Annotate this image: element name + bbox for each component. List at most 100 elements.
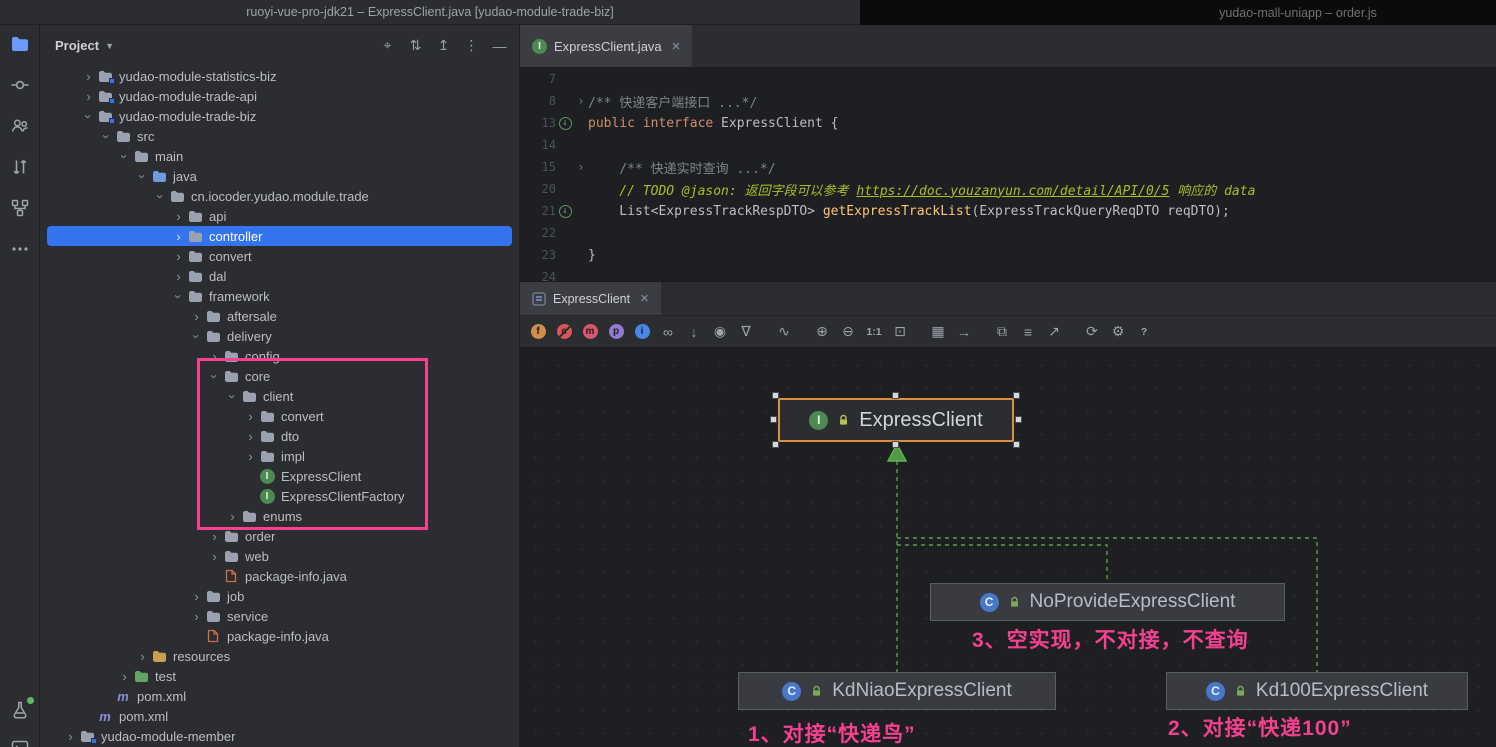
chevron-down-icon[interactable]: ›: [117, 148, 132, 165]
chevron-down-icon[interactable]: ›: [99, 128, 114, 145]
tree-item-controller[interactable]: ›controller: [47, 226, 512, 246]
show-properties-toggle[interactable]: p: [606, 322, 626, 342]
tree-item-main[interactable]: ›main: [40, 146, 519, 166]
tree-item-resources[interactable]: ›resources: [40, 646, 519, 666]
tree-item-job[interactable]: ›job: [40, 586, 519, 606]
chevron-right-icon[interactable]: ›: [170, 209, 187, 224]
chevron-down-icon[interactable]: ›: [207, 368, 222, 385]
tree-item-enums[interactable]: ›enums: [40, 506, 519, 526]
locate-file-icon[interactable]: ⌖: [380, 37, 395, 54]
refresh-icon[interactable]: ⟳: [1082, 322, 1102, 342]
show-fields-toggle[interactable]: f: [528, 322, 548, 342]
tree-item-web[interactable]: ›web: [40, 546, 519, 566]
help-icon[interactable]: ?: [1134, 322, 1154, 342]
tree-item-pom-xml[interactable]: mpom.xml: [40, 706, 519, 726]
tab-expressclient-diagram[interactable]: ExpressClient ×: [520, 282, 661, 315]
chevron-right-icon[interactable]: ›: [116, 669, 133, 684]
chevron-right-icon[interactable]: ›: [80, 69, 97, 84]
uml-node-kd100expressclient[interactable]: C Kd100ExpressClient: [1166, 672, 1468, 710]
resize-handle[interactable]: [892, 441, 899, 448]
fit-content-icon[interactable]: ⊡: [890, 322, 910, 342]
tree-item-yudao-module-member[interactable]: ›yudao-module-member: [40, 726, 519, 746]
tree-item-pom-xml[interactable]: mpom.xml: [40, 686, 519, 706]
chevron-down-icon[interactable]: ›: [171, 288, 186, 305]
chevron-right-icon[interactable]: ›: [242, 409, 259, 424]
chevron-right-icon[interactable]: ›: [206, 529, 223, 544]
fold-marker-icon[interactable]: ›: [574, 160, 588, 174]
tree-item-yudao-module-statistics-biz[interactable]: ›yudao-module-statistics-biz: [40, 66, 519, 86]
tree-item-yudao-module-trade-api[interactable]: ›yudao-module-trade-api: [40, 86, 519, 106]
show-inner-classes-toggle[interactable]: i: [632, 322, 652, 342]
chevron-right-icon[interactable]: ›: [188, 589, 205, 604]
uml-node-expressclient[interactable]: I ExpressClient: [778, 398, 1014, 442]
tree-item-package-info-java[interactable]: package-info.java: [40, 566, 519, 586]
tree-item-test[interactable]: ›test: [40, 666, 519, 686]
services-icon[interactable]: [9, 699, 31, 721]
show-dependencies-icon[interactable]: ∞: [658, 322, 678, 342]
chevron-right-icon[interactable]: ›: [188, 609, 205, 624]
expand-all-icon[interactable]: ⇅: [408, 37, 423, 54]
resize-handle[interactable]: [1015, 416, 1022, 423]
more-options-icon[interactable]: ⋮: [464, 37, 479, 54]
tree-item-order[interactable]: ›order: [40, 526, 519, 546]
resize-handle[interactable]: [772, 441, 779, 448]
chevron-right-icon[interactable]: ›: [188, 309, 205, 324]
tree-item-convert[interactable]: ›convert: [40, 246, 519, 266]
chevron-down-icon[interactable]: ›: [135, 168, 150, 185]
chevron-down-icon[interactable]: ›: [189, 328, 204, 345]
sort-icon[interactable]: ↓: [684, 322, 704, 342]
chevron-right-icon[interactable]: ›: [242, 449, 259, 464]
terminal-icon[interactable]: [9, 737, 31, 747]
chevron-right-icon[interactable]: ›: [170, 249, 187, 264]
tree-item-framework[interactable]: ›framework: [40, 286, 519, 306]
chevron-right-icon[interactable]: ›: [62, 729, 79, 744]
project-icon[interactable]: [9, 33, 31, 55]
resize-handle[interactable]: [892, 392, 899, 399]
copy-diagram-icon[interactable]: ⧉: [992, 322, 1012, 342]
hide-panel-icon[interactable]: —: [492, 38, 507, 54]
tree-item-convert[interactable]: ›convert: [40, 406, 519, 426]
tree-item-impl[interactable]: ›impl: [40, 446, 519, 466]
code-editor[interactable]: 78›/** 快递客户端接口 ...*/13↓public interface …: [520, 68, 1496, 281]
pull-requests-icon[interactable]: [9, 156, 31, 178]
chevron-right-icon[interactable]: ›: [206, 549, 223, 564]
uml-node-noprovideexpressclient[interactable]: C NoProvideExpressClient: [930, 583, 1285, 621]
connector-icon[interactable]: ∿: [774, 322, 794, 342]
close-tab-icon[interactable]: ×: [672, 38, 681, 55]
chevron-down-icon[interactable]: ›: [81, 108, 96, 125]
project-view-dropdown[interactable]: Project ▼: [55, 38, 114, 53]
tab-expressclient-java[interactable]: I ExpressClient.java ×: [520, 25, 692, 67]
implementations-marker-icon[interactable]: ↓: [559, 205, 572, 218]
tree-item-api[interactable]: ›api: [40, 206, 519, 226]
tree-item-package-info-java[interactable]: package-info.java: [40, 626, 519, 646]
visibility-icon[interactable]: ◉: [710, 322, 730, 342]
chevron-down-icon[interactable]: ›: [153, 188, 168, 205]
zoom-in-icon[interactable]: ⊕: [812, 322, 832, 342]
resize-handle[interactable]: [772, 392, 779, 399]
window-title-secondary[interactable]: yudao-mall-uniapp – order.js: [860, 0, 1496, 25]
uml-node-kdniaoexpressclient[interactable]: C KdNiaoExpressClient: [738, 672, 1056, 710]
chevron-right-icon[interactable]: ›: [206, 349, 223, 364]
tree-item-service[interactable]: ›service: [40, 606, 519, 626]
actual-size-icon[interactable]: 1:1: [864, 322, 884, 342]
filter-icon[interactable]: ∇: [736, 322, 756, 342]
collapse-all-icon[interactable]: ↥: [436, 37, 451, 54]
node-details-icon[interactable]: ≡: [1018, 322, 1038, 342]
settings-icon[interactable]: ⚙: [1108, 322, 1128, 342]
show-methods-toggle[interactable]: m: [580, 322, 600, 342]
tree-item-expressclient[interactable]: IExpressClient: [40, 466, 519, 486]
chevron-right-icon[interactable]: ›: [80, 89, 97, 104]
chevron-right-icon[interactable]: ›: [170, 229, 187, 244]
tree-item-config[interactable]: ›config: [40, 346, 519, 366]
tree-item-dal[interactable]: ›dal: [40, 266, 519, 286]
implementations-marker-icon[interactable]: ↓: [559, 117, 572, 130]
resize-handle[interactable]: [770, 416, 777, 423]
chevron-down-icon[interactable]: ›: [225, 388, 240, 405]
structure-icon[interactable]: [9, 197, 31, 219]
show-constructors-toggle[interactable]: c: [554, 322, 574, 342]
chevron-right-icon[interactable]: ›: [224, 509, 241, 524]
tree-item-expressclientfactory[interactable]: IExpressClientFactory: [40, 486, 519, 506]
tree-item-core[interactable]: ›core: [40, 366, 519, 386]
chevron-right-icon[interactable]: ›: [242, 429, 259, 444]
close-tab-icon[interactable]: ×: [640, 290, 649, 307]
